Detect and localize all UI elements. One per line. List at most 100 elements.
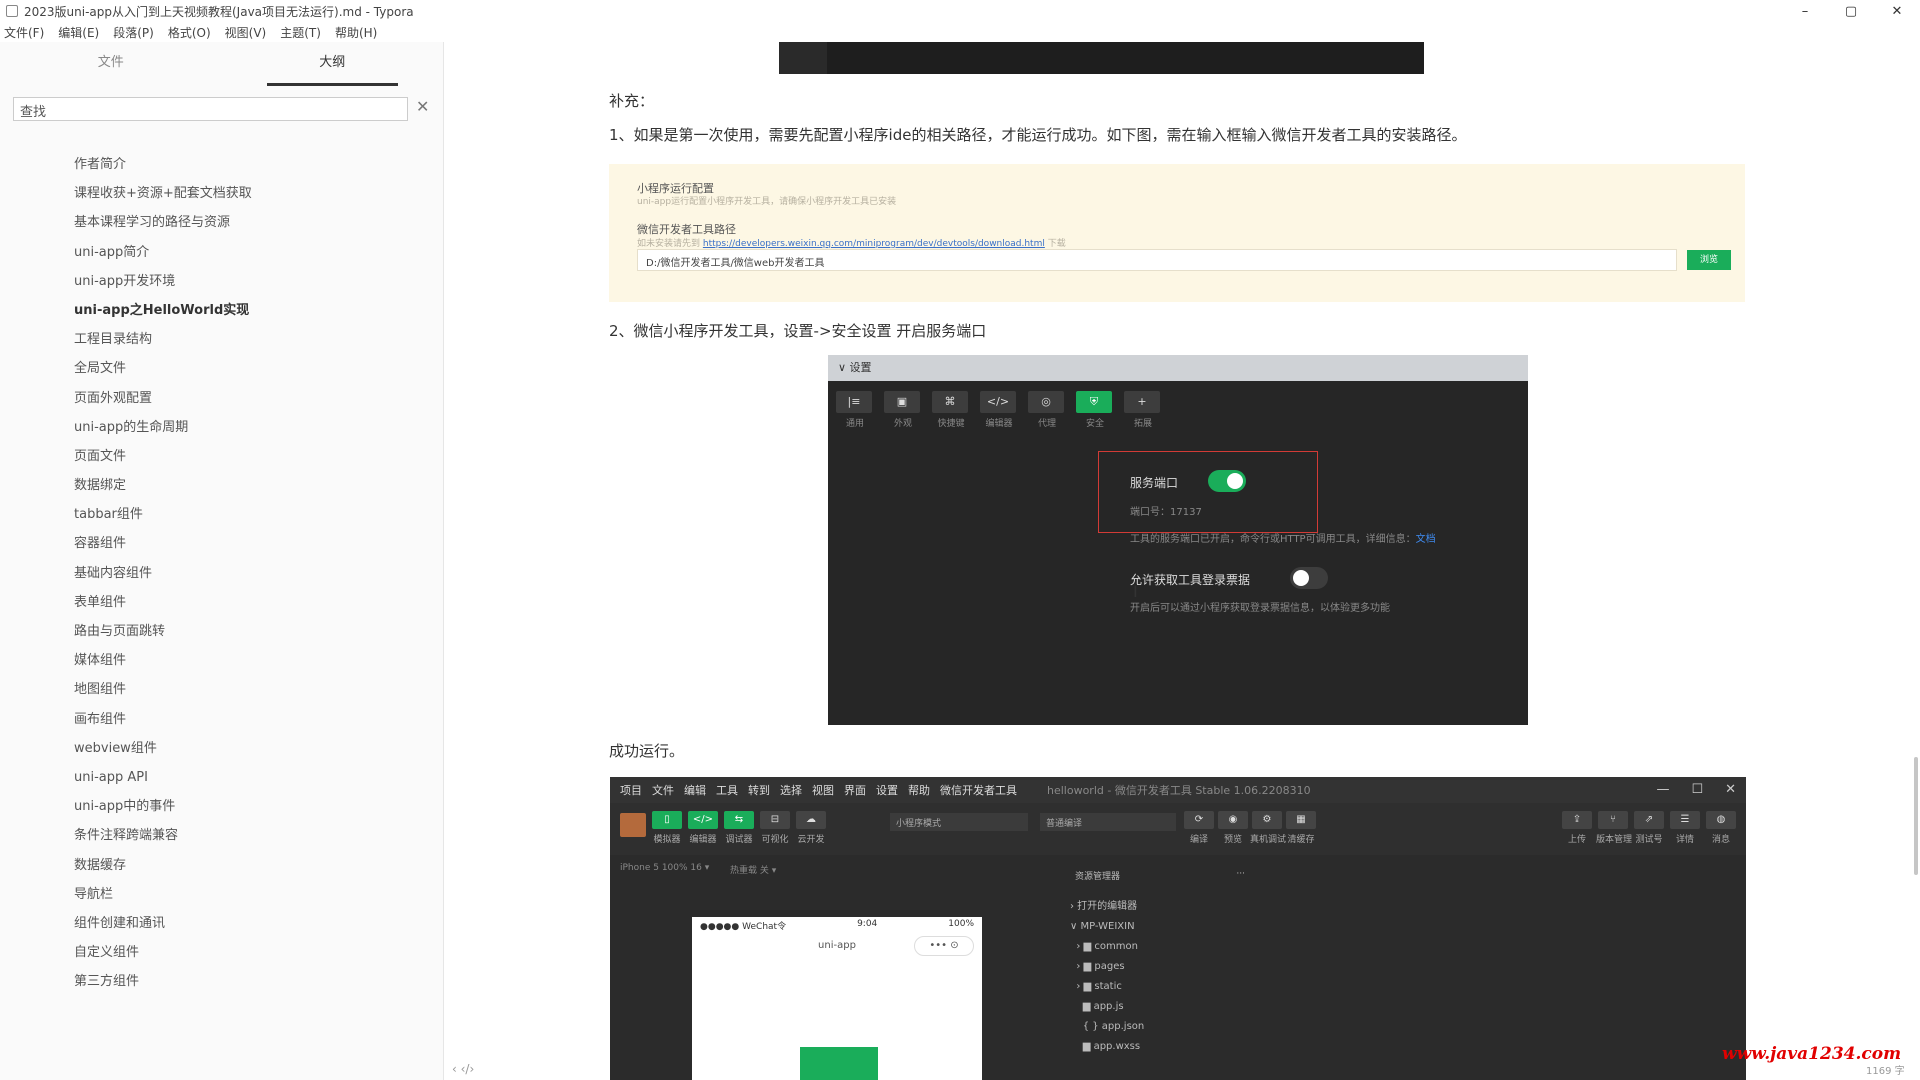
close-button[interactable]: ✕ — [1874, 0, 1920, 22]
devtools-menu-item: 视图 — [812, 784, 834, 797]
outline-item[interactable]: 页面文件 — [0, 442, 444, 471]
title-bar: 2023版uni-app从入门到上天视频教程(Java项目无法运行).md - … — [0, 0, 1920, 22]
minimize-button[interactable]: – — [1782, 0, 1828, 22]
outline-item[interactable]: 组件创建和通讯 — [0, 909, 444, 938]
phone-nav-bar: uni-app ••• ⊙ — [692, 931, 982, 961]
outline-item[interactable]: 数据绑定 — [0, 471, 444, 500]
outline-item[interactable]: uni-app开发环境 — [0, 267, 444, 296]
service-port-toggle — [1208, 470, 1246, 492]
tab-files[interactable]: 文件 — [0, 42, 222, 88]
devtools-toolbar-icon: ◉ — [1218, 811, 1248, 829]
menu-item[interactable]: 视图(V) — [225, 24, 267, 41]
settings-tab: ◎ 代理 — [1028, 391, 1066, 429]
editor-content[interactable]: 补充： 1、如果是第一次使用，需要先配置小程序ide的相关路径，才能运行成功。如… — [445, 42, 1920, 1080]
menu-item[interactable]: 格式(O) — [168, 24, 211, 41]
devtools-window-control: — — [1656, 782, 1670, 797]
menu-item[interactable]: 主题(T) — [280, 24, 321, 41]
outline-item[interactable]: 条件注释跨端兼容 — [0, 821, 444, 850]
phone-status-bar: ●●●●● WeChat令 9:04 100% — [692, 917, 982, 932]
devtools-menu-item: 转到 — [748, 784, 770, 797]
devtools-toolbar-icon: ⚙ — [1252, 811, 1282, 829]
editor-scrollbar[interactable] — [1914, 757, 1918, 875]
outline-item[interactable]: 表单组件 — [0, 588, 444, 617]
devtools-window-control: ☐ — [1691, 782, 1704, 797]
devtools-window-controls: — ☐ ✕ — [1656, 782, 1736, 797]
devtools-toolbar-label: 调试器 — [725, 835, 753, 845]
outline-item[interactable]: 画布组件 — [0, 705, 444, 734]
outline-item[interactable]: uni-app API — [0, 763, 444, 792]
outline-item[interactable]: 自定义组件 — [0, 938, 444, 967]
file-tree: › 打开的编辑器 ∨ MP-WEIXIN › ▆ common › ▆ pages… — [1070, 897, 1250, 1057]
phone-nav-title: uni-app — [818, 940, 856, 951]
outline-item[interactable]: 路由与页面跳转 — [0, 617, 444, 646]
devtools-toolbar-icon: ⑂ — [1598, 811, 1628, 829]
outline-item[interactable]: 第三方组件 — [0, 967, 444, 996]
outline-item[interactable]: 课程收获+资源+配套文档获取 — [0, 179, 444, 208]
devtools-toolbar-label: 真机调试 — [1250, 835, 1287, 845]
clear-search-icon[interactable]: ✕ — [416, 97, 429, 116]
outline-item[interactable]: uni-app的生命周期 — [0, 413, 444, 442]
devtools-toolbar-label: 云开发 — [797, 835, 825, 845]
devtools-toolbar-label: 编译 — [1189, 835, 1208, 845]
outline-item[interactable]: 全局文件 — [0, 354, 444, 383]
outline-item[interactable]: 导航栏 — [0, 880, 444, 909]
outline-item[interactable]: tabbar组件 — [0, 500, 444, 529]
settings-tab-icon: </> — [980, 391, 1016, 413]
allow-login-ticket-toggle — [1290, 567, 1328, 589]
settings-tab: </> 编辑器 — [980, 391, 1018, 429]
hot-reload-select: 热重载 关 ▾ — [730, 866, 777, 876]
devtools-toolbar-label: 编辑器 — [689, 835, 717, 845]
devtools-window-title: helloworld - 微信开发者工具 Stable 1.06.2208310 — [1047, 784, 1311, 797]
tab-outline[interactable]: 大纲 — [222, 42, 444, 88]
devtools-menu-item: 工具 — [716, 784, 738, 797]
devtools-menu-item: 项目 — [620, 784, 642, 797]
outline-item[interactable]: 工程目录结构 — [0, 325, 444, 354]
settings-tab-icon: ⛨ — [1076, 391, 1112, 413]
outline-item[interactable]: uni-app简介 — [0, 238, 444, 267]
settings-tab-label: 安全 — [1085, 419, 1104, 429]
outline-item[interactable]: 地图组件 — [0, 675, 444, 704]
supplement-heading: 补充： — [609, 92, 655, 110]
config-path-label: 微信开发者工具路径 — [637, 223, 736, 236]
outline-item[interactable]: 作者简介 — [0, 150, 444, 179]
devtools-toolbar-label: 清缓存 — [1287, 835, 1315, 845]
devtools-menu-item: 文件 — [652, 784, 674, 797]
settings-tab-label: 外观 — [893, 419, 912, 429]
devtools-toolbar-icon: ⇗ — [1634, 811, 1664, 829]
outline-list: 作者简介 课程收获+资源+配套文档获取 基本课程学习的路径与资源 uni-app简介 u… — [0, 150, 444, 996]
outline-item[interactable]: 数据缓存 — [0, 851, 444, 880]
devtools-toolbar-button: ☁ 云开发 — [794, 811, 828, 845]
file-tree-item: › ▆ static — [1070, 981, 1122, 992]
menu-item[interactable]: 编辑(E) — [58, 24, 99, 41]
devtools-toolbar-button: ⇪ 上传 — [1560, 811, 1594, 845]
menu-item[interactable]: 段落(P) — [113, 24, 154, 41]
menu-item[interactable]: 帮助(H) — [335, 24, 377, 41]
explorer-title: 资源管理器 — [1075, 872, 1121, 882]
phone-capsule-button: ••• ⊙ — [914, 936, 974, 956]
maximize-button[interactable]: ▢ — [1828, 0, 1874, 22]
file-tree-item: › ▆ pages — [1070, 961, 1125, 972]
outline-item[interactable]: uni-app中的事件 — [0, 792, 444, 821]
highlight-box — [1098, 451, 1318, 533]
mode-select: 小程序模式 — [890, 813, 1028, 831]
devtools-toolbar-button: ⇆ 调试器 — [722, 811, 756, 845]
allow-login-ticket-desc: 开启后可以通过小程序获取登录票据信息，以体验更多功能 — [1130, 603, 1390, 614]
outline-item[interactable]: 基础内容组件 — [0, 559, 444, 588]
settings-tab-icon: ⌘ — [932, 391, 968, 413]
outline-item[interactable]: uni-app之HelloWorld实现 — [0, 296, 444, 325]
word-count[interactable]: 1169 字 — [1866, 1062, 1905, 1077]
file-tree-item: ▆ app.wxss — [1070, 1041, 1141, 1052]
outline-item[interactable]: 容器组件 — [0, 529, 444, 558]
devtools-toolbar-button: ⑂ 版本管理 — [1596, 811, 1632, 845]
menu-item[interactable]: 文件(F) — [4, 24, 44, 41]
outline-item[interactable]: 页面外观配置 — [0, 384, 444, 413]
compile-select: 普通编译 — [1040, 813, 1176, 831]
config-download-link[interactable]: https://developers.weixin.qq.com/minipro… — [703, 239, 1045, 249]
outline-item[interactable]: webview组件 — [0, 734, 444, 763]
settings-tab-label: 代理 — [1037, 419, 1056, 429]
outline-item[interactable]: 基本课程学习的路径与资源 — [0, 208, 444, 237]
miniprogram-config-image: 小程序运行配置 uni-app运行配置小程序开发工具，请确保小程序开发工具已安装… — [609, 164, 1745, 302]
service-port-desc-text: 工具的服务端口已开启，命令行或HTTP可调用工具，详细信息： — [1130, 534, 1416, 545]
outline-search-input[interactable]: 查找 — [13, 97, 408, 121]
outline-item[interactable]: 媒体组件 — [0, 646, 444, 675]
